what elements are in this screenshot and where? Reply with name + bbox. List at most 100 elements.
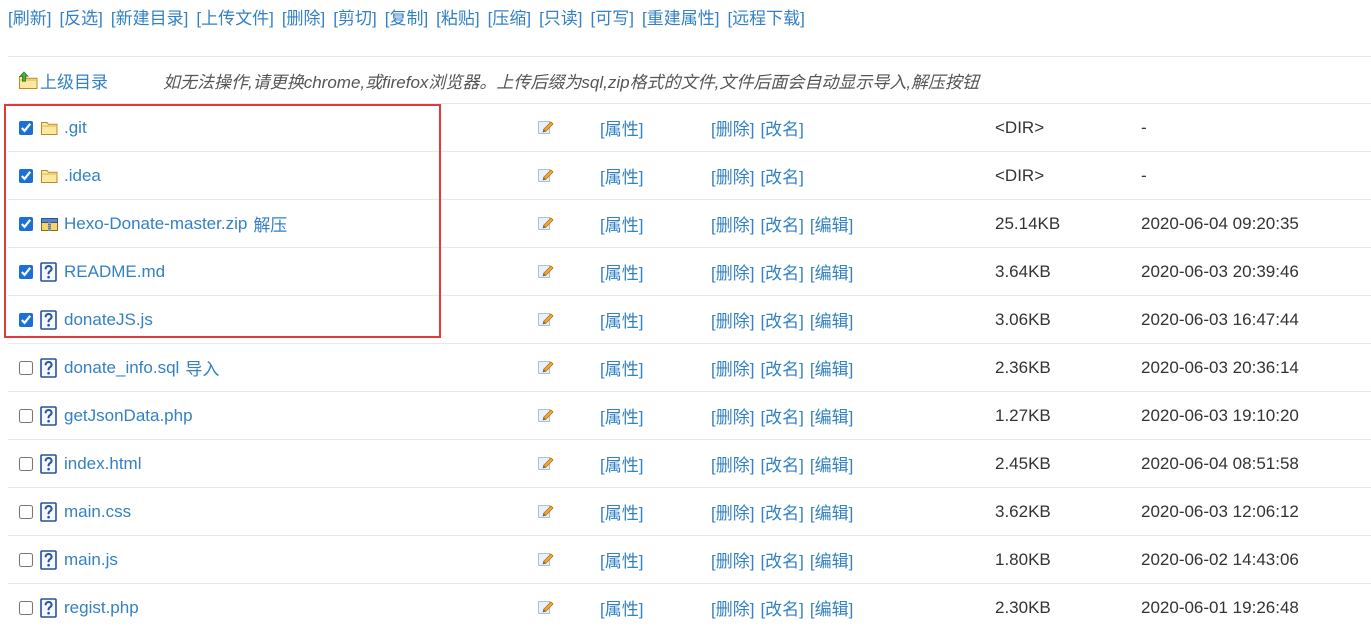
properties-link[interactable]: [属性] [600, 211, 643, 236]
rename-link[interactable]: [改名] [760, 259, 803, 284]
pencil-icon[interactable] [537, 200, 554, 247]
delete-button[interactable]: [删除] [282, 8, 325, 30]
properties-cell: [属性] [600, 584, 643, 631]
file-name-link[interactable]: main.css [64, 502, 131, 522]
writable-button[interactable]: [可写] [591, 8, 634, 30]
delete-link[interactable]: [删除] [711, 259, 754, 284]
rename-link[interactable]: [改名] [760, 115, 803, 140]
file-name-link[interactable]: main.js [64, 550, 118, 570]
import-link[interactable]: 导入 [185, 355, 219, 380]
delete-link[interactable]: [删除] [711, 595, 754, 620]
pencil-icon[interactable] [537, 584, 554, 631]
edit-link[interactable]: [编辑] [810, 403, 853, 428]
rename-link[interactable]: [改名] [760, 403, 803, 428]
read-only-button[interactable]: [只读] [539, 8, 582, 30]
rename-link[interactable]: [改名] [760, 451, 803, 476]
rename-link[interactable]: [改名] [760, 307, 803, 332]
edit-link[interactable]: [编辑] [810, 499, 853, 524]
select-checkbox[interactable] [19, 408, 33, 423]
delete-link[interactable]: [删除] [711, 211, 754, 236]
file-name-link[interactable]: .git [64, 118, 87, 138]
delete-link[interactable]: [删除] [711, 451, 754, 476]
edit-link[interactable]: [编辑] [810, 211, 853, 236]
delete-link[interactable]: [删除] [711, 163, 754, 188]
file-name-link[interactable]: .idea [64, 166, 101, 186]
delete-link[interactable]: [删除] [711, 355, 754, 380]
select-checkbox[interactable] [19, 216, 33, 231]
select-checkbox[interactable] [19, 456, 33, 471]
select-checkbox[interactable] [19, 600, 33, 615]
rename-link[interactable]: [改名] [760, 595, 803, 620]
cut-button[interactable]: [剪切] [333, 8, 376, 30]
file-row: getJsonData.php [属性] [删除] [改名] [编辑] 1.27KB 202… [8, 391, 1371, 439]
properties-link[interactable]: [属性] [600, 355, 643, 380]
file-name-link[interactable]: Hexo-Donate-master.zip [64, 214, 247, 234]
upload-file-button[interactable]: [上传文件] [196, 8, 273, 30]
pencil-icon[interactable] [537, 536, 554, 583]
delete-link[interactable]: [删除] [711, 115, 754, 140]
invert-selection-button[interactable]: [反选] [59, 8, 102, 30]
delete-link[interactable]: [删除] [711, 499, 754, 524]
folder-up-icon[interactable] [18, 57, 39, 103]
select-checkbox[interactable] [19, 120, 33, 135]
compress-button[interactable]: [压缩] [488, 8, 531, 30]
select-checkbox[interactable] [19, 312, 33, 327]
edit-link[interactable]: [编辑] [810, 595, 853, 620]
pencil-icon[interactable] [537, 488, 554, 535]
edit-link[interactable]: [编辑] [810, 355, 853, 380]
properties-link[interactable]: [属性] [600, 403, 643, 428]
pencil-icon[interactable] [537, 440, 554, 487]
select-checkbox[interactable] [19, 264, 33, 279]
properties-cell: [属性] [600, 488, 643, 535]
select-checkbox[interactable] [19, 168, 33, 183]
edit-link[interactable]: [编辑] [810, 547, 853, 572]
file-name-link[interactable]: donate_info.sql [64, 358, 179, 378]
edit-link[interactable]: [编辑] [810, 307, 853, 332]
file-name-link[interactable]: regist.php [64, 598, 139, 618]
rename-link[interactable]: [改名] [760, 163, 803, 188]
delete-link[interactable]: [删除] [711, 307, 754, 332]
new-folder-button[interactable]: [新建目录] [111, 8, 188, 30]
pencil-icon[interactable] [537, 344, 554, 391]
pencil-icon[interactable] [537, 248, 554, 295]
select-checkbox[interactable] [19, 360, 33, 375]
pencil-icon[interactable] [537, 392, 554, 439]
file-name-link[interactable]: getJsonData.php [64, 406, 193, 426]
rename-link[interactable]: [改名] [760, 547, 803, 572]
select-checkbox[interactable] [19, 504, 33, 519]
remote-download-button[interactable]: [远程下载] [727, 8, 804, 30]
rename-link[interactable]: [改名] [760, 355, 803, 380]
properties-link[interactable]: [属性] [600, 595, 643, 620]
properties-link[interactable]: [属性] [600, 115, 643, 140]
properties-link[interactable]: [属性] [600, 307, 643, 332]
paste-button[interactable]: [粘贴] [436, 8, 479, 30]
file-size: 2.36KB [995, 357, 1051, 377]
file-size: 2.30KB [995, 597, 1051, 617]
edit-link[interactable]: [编辑] [810, 259, 853, 284]
parent-dir-link[interactable]: 上级目录 [40, 68, 108, 93]
delete-link[interactable]: [删除] [711, 403, 754, 428]
properties-link[interactable]: [属性] [600, 259, 643, 284]
file-name-link[interactable]: README.md [64, 262, 165, 282]
pencil-icon[interactable] [537, 152, 554, 199]
properties-link[interactable]: [属性] [600, 163, 643, 188]
checkbox-cell [19, 296, 33, 343]
rename-link[interactable]: [改名] [760, 211, 803, 236]
delete-link[interactable]: [删除] [711, 547, 754, 572]
rebuild-attributes-button[interactable]: [重建属性] [642, 8, 719, 30]
file-name-link[interactable]: index.html [64, 454, 141, 474]
select-checkbox[interactable] [19, 552, 33, 567]
unknown-file-icon [40, 296, 57, 343]
refresh-button[interactable]: [刷新] [8, 8, 51, 30]
edit-link[interactable]: [编辑] [810, 451, 853, 476]
file-name-link[interactable]: donateJS.js [64, 310, 153, 330]
properties-link[interactable]: [属性] [600, 499, 643, 524]
pencil-icon[interactable] [537, 104, 554, 151]
pencil-icon[interactable] [537, 296, 554, 343]
copy-button[interactable]: [复制] [385, 8, 428, 30]
toolbar: [刷新] [反选] [新建目录] [上传文件] [删除] [剪切] [复制] [粘贴] [压缩]… [8, 8, 805, 30]
rename-link[interactable]: [改名] [760, 499, 803, 524]
extract-link[interactable]: 解压 [253, 211, 287, 236]
properties-link[interactable]: [属性] [600, 547, 643, 572]
properties-link[interactable]: [属性] [600, 451, 643, 476]
